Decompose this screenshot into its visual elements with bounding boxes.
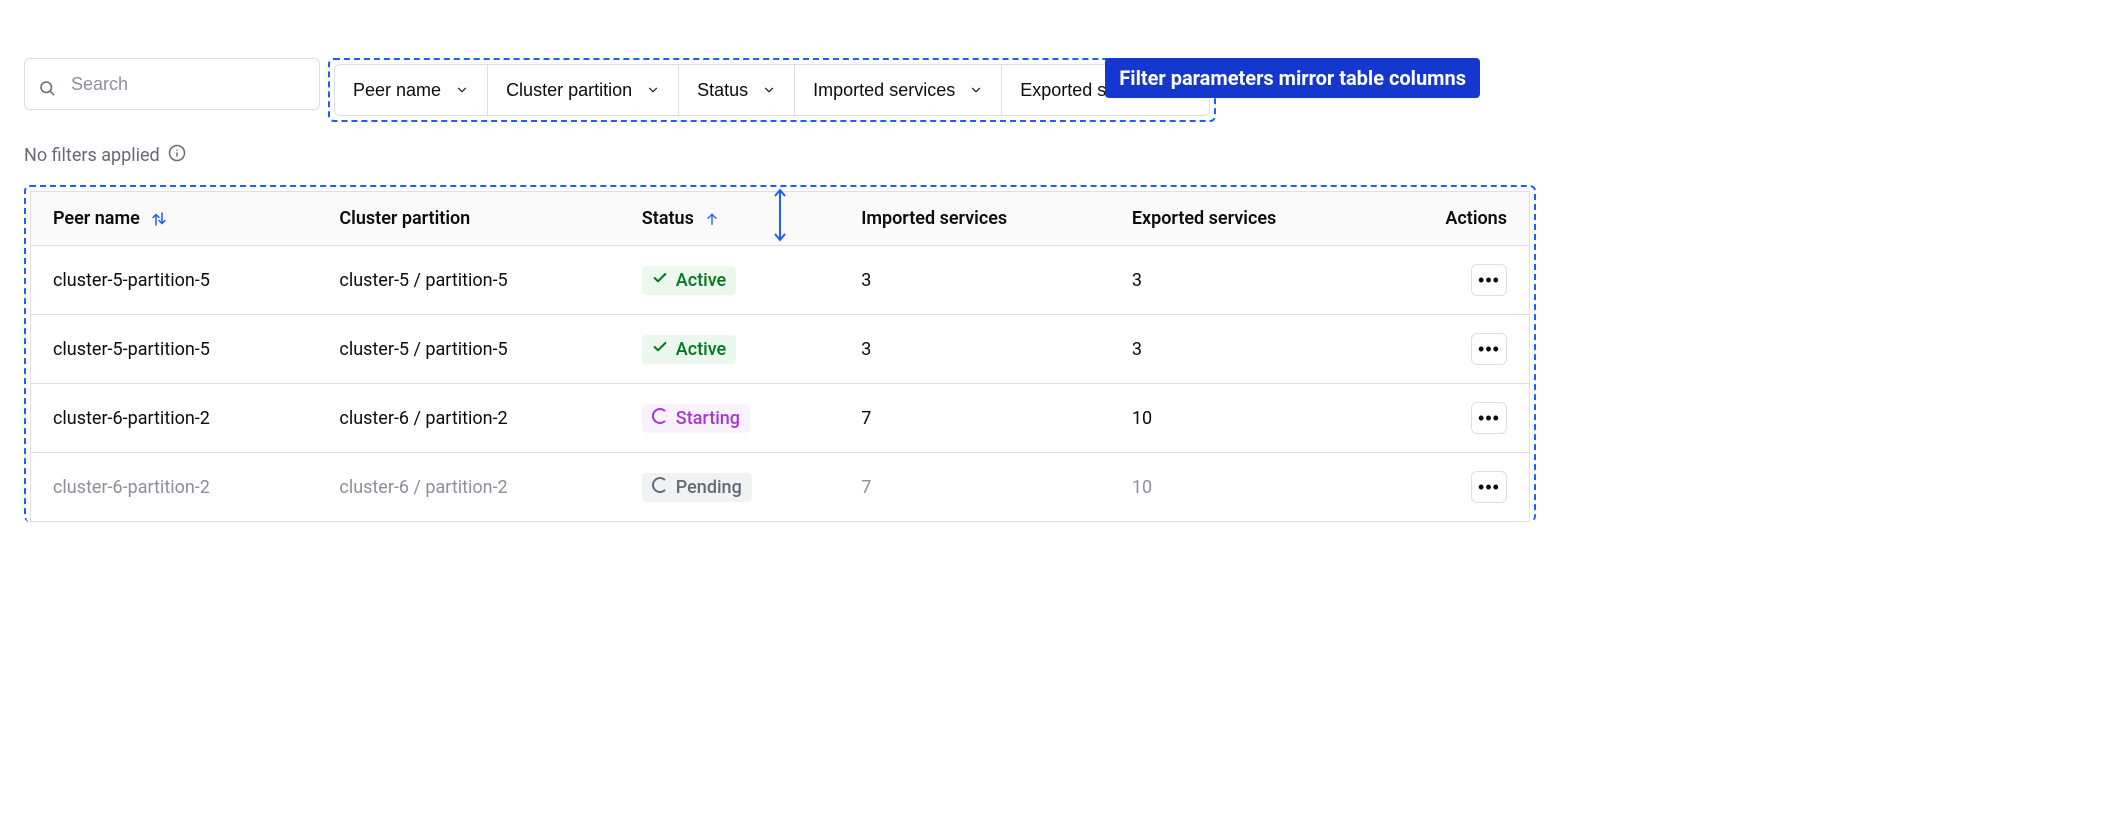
col-actions: Actions: [1378, 192, 1529, 246]
filters-group: Peer name Cluster partition Status Impor…: [328, 58, 1216, 122]
more-icon: •••: [1478, 271, 1500, 289]
col-cluster-partition[interactable]: Cluster partition: [317, 192, 619, 246]
sort-asc-icon: [704, 211, 720, 227]
filter-label: Cluster partition: [506, 80, 632, 101]
cell-imported: 7: [839, 384, 1110, 453]
filter-cluster-partition[interactable]: Cluster partition: [487, 64, 679, 116]
cell-actions: •••: [1378, 315, 1529, 384]
cell-actions: •••: [1378, 453, 1529, 522]
cell-status: Pending: [620, 453, 839, 522]
status-text: Starting: [676, 408, 740, 429]
col-label: Exported services: [1132, 208, 1276, 229]
cell-cluster-partition: cluster-5 / partition-5: [317, 315, 619, 384]
search-wrap: [24, 58, 320, 122]
table-row: cluster-6-partition-2cluster-6 / partiti…: [31, 453, 1530, 522]
cell-status: Active: [620, 246, 839, 315]
search-input[interactable]: [24, 58, 320, 110]
cell-imported: 3: [839, 246, 1110, 315]
col-label: Cluster partition: [339, 208, 470, 229]
chevron-down-icon: [455, 83, 469, 97]
status-badge: Starting: [642, 404, 750, 433]
search-icon: [38, 79, 56, 101]
row-actions-button[interactable]: •••: [1471, 402, 1507, 434]
filter-label: Peer name: [353, 80, 441, 101]
double-arrow-vertical-icon: [772, 186, 788, 244]
cell-exported: 3: [1110, 315, 1378, 384]
status-badge: Active: [642, 335, 736, 364]
cell-peer-name: cluster-5-partition-5: [31, 315, 318, 384]
cell-exported: 10: [1110, 384, 1378, 453]
col-exported[interactable]: Exported services: [1110, 192, 1378, 246]
col-label: Status: [642, 208, 694, 229]
cell-peer-name: cluster-5-partition-5: [31, 246, 318, 315]
cell-cluster-partition: cluster-5 / partition-5: [317, 246, 619, 315]
chevron-down-icon: [762, 83, 776, 97]
col-label: Imported services: [861, 208, 1007, 229]
table-row: cluster-5-partition-5cluster-5 / partiti…: [31, 315, 1530, 384]
status-text: Active: [676, 339, 726, 360]
row-actions-button[interactable]: •••: [1471, 471, 1507, 503]
cell-imported: 3: [839, 315, 1110, 384]
no-filters-text: No filters applied: [24, 145, 160, 166]
filter-label: Imported services: [813, 80, 955, 101]
cell-imported: 7: [839, 453, 1110, 522]
cell-cluster-partition: cluster-6 / partition-2: [317, 453, 619, 522]
status-badge: Active: [642, 266, 736, 295]
table-row: cluster-5-partition-5cluster-5 / partiti…: [31, 246, 1530, 315]
col-peer-name[interactable]: Peer name: [31, 192, 318, 246]
status-text: Active: [676, 270, 726, 291]
more-icon: •••: [1478, 409, 1500, 427]
cell-exported: 10: [1110, 453, 1378, 522]
row-actions-button[interactable]: •••: [1471, 333, 1507, 365]
status-badge: Pending: [642, 473, 752, 502]
cell-actions: •••: [1378, 384, 1529, 453]
cell-exported: 3: [1110, 246, 1378, 315]
row-actions-button[interactable]: •••: [1471, 264, 1507, 296]
chevron-down-icon: [646, 83, 660, 97]
cell-peer-name: cluster-6-partition-2: [31, 453, 318, 522]
col-label: Actions: [1445, 208, 1507, 229]
cell-peer-name: cluster-6-partition-2: [31, 384, 318, 453]
check-icon: [652, 339, 668, 360]
cell-actions: •••: [1378, 246, 1529, 315]
cell-status: Starting: [620, 384, 839, 453]
more-icon: •••: [1478, 478, 1500, 496]
spinner-icon: [652, 408, 668, 429]
status-text: Pending: [676, 477, 742, 498]
sort-both-icon: [150, 210, 168, 228]
no-filters-applied: No filters applied: [24, 144, 1536, 167]
filter-peer-name[interactable]: Peer name: [334, 64, 488, 116]
more-icon: •••: [1478, 340, 1500, 358]
col-label: Peer name: [53, 208, 140, 229]
info-icon: [168, 144, 186, 167]
filter-imported-services[interactable]: Imported services: [794, 64, 1002, 116]
chevron-down-icon: [969, 83, 983, 97]
table-row: cluster-6-partition-2cluster-6 / partiti…: [31, 384, 1530, 453]
col-imported[interactable]: Imported services: [839, 192, 1110, 246]
cell-status: Active: [620, 315, 839, 384]
col-status[interactable]: Status: [620, 192, 839, 246]
cell-cluster-partition: cluster-6 / partition-2: [317, 384, 619, 453]
filter-status[interactable]: Status: [678, 64, 795, 116]
spinner-icon: [652, 477, 668, 498]
check-icon: [652, 270, 668, 291]
annotation-label: Filter parameters mirror table columns: [1105, 58, 1480, 98]
filter-label: Status: [697, 80, 748, 101]
